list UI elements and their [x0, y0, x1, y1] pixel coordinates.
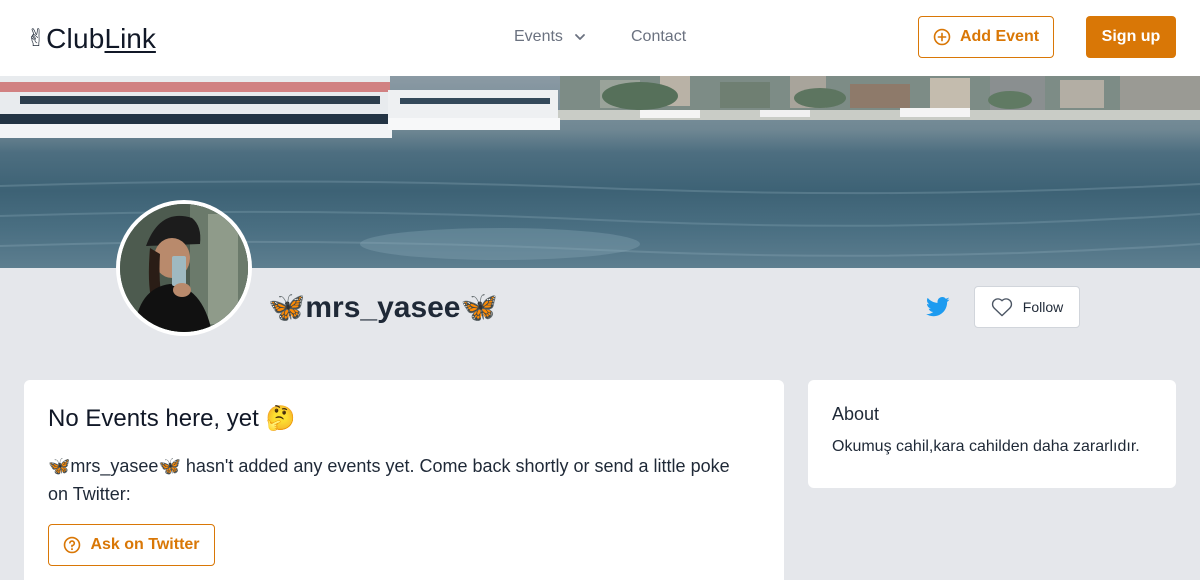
about-heading: About	[832, 404, 880, 424]
logo-club-text: Club	[46, 23, 105, 54]
no-events-heading: No Events here, yet 🤔	[48, 405, 296, 432]
about-text: Okumuş cahil,kara cahilden daha zararlıd…	[832, 438, 1140, 455]
profile-username: 🦋mrs_yasee🦋	[268, 290, 498, 324]
about-card: About Okumuş cahil,kara cahilden daha za…	[808, 380, 1176, 488]
nav-contact-link[interactable]: Contact	[631, 26, 686, 48]
twitter-icon	[926, 297, 950, 317]
no-events-message: 🦋mrs_yasee🦋 hasn't added any events yet.…	[48, 456, 730, 504]
add-event-label: Add Event	[959, 28, 1040, 45]
ask-on-twitter-label: Ask on Twitter	[90, 536, 200, 553]
follow-button[interactable]: Follow	[974, 286, 1080, 328]
question-circle-icon	[64, 536, 81, 554]
twitter-profile-link[interactable]	[926, 296, 950, 318]
avatar-photo	[120, 204, 248, 332]
events-card: No Events here, yet 🤔 🦋mrs_yasee🦋 hasn't…	[24, 380, 784, 580]
plus-circle-icon	[933, 28, 951, 46]
nav-events-dropdown[interactable]: Events	[514, 26, 587, 48]
ask-on-twitter-button[interactable]: Ask on Twitter	[48, 524, 215, 566]
heart-icon	[991, 298, 1012, 317]
nav-events-label: Events	[514, 28, 563, 45]
profile-avatar	[116, 200, 252, 336]
signup-button[interactable]: Sign up	[1086, 16, 1176, 58]
follow-label: Follow	[1022, 299, 1064, 315]
top-navbar: ✌ Club Link Events Contact Add Event Sig…	[0, 0, 1200, 76]
clublink-logo[interactable]: ✌ Club Link	[26, 22, 156, 56]
avatar-selfie-image	[120, 204, 248, 332]
chevron-down-icon	[575, 34, 585, 40]
victory-hand-icon: ✌	[26, 25, 47, 52]
logo-link-text: Link	[104, 23, 156, 54]
add-event-button[interactable]: Add Event	[918, 16, 1054, 58]
